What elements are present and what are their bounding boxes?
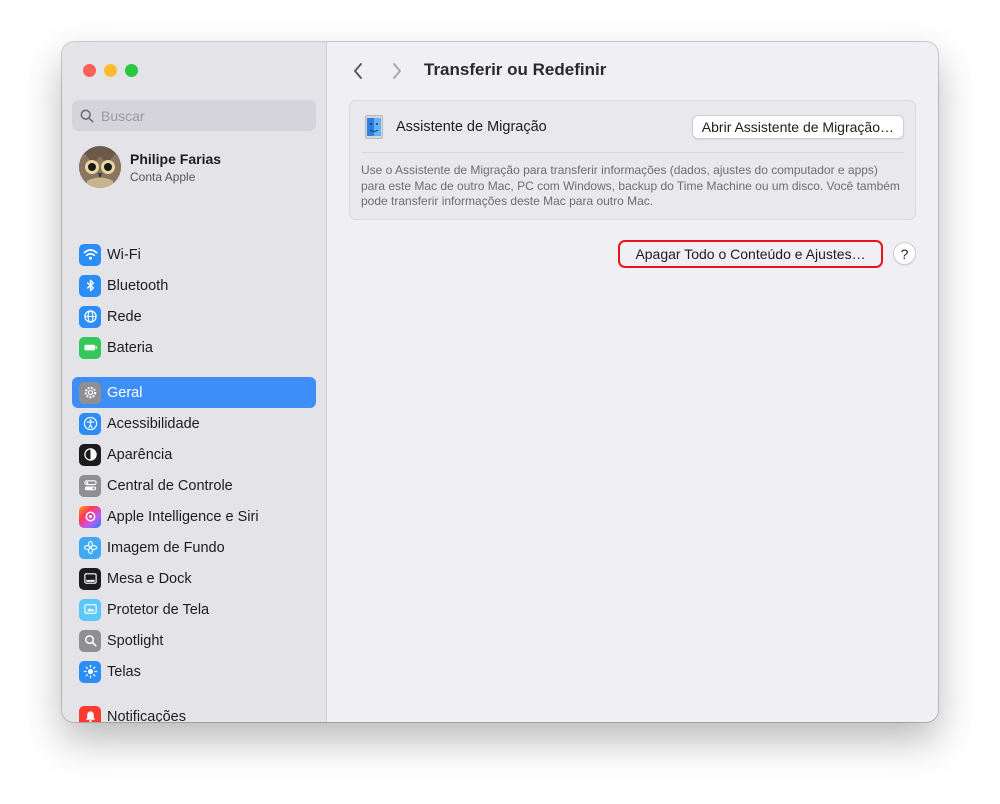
window-controls [83,64,138,77]
sidebar-item-network[interactable]: Rede [72,301,316,332]
erase-all-content-button[interactable]: Apagar Todo o Conteúdo e Ajustes… [626,243,874,265]
avatar [79,146,121,188]
migration-card: Assistente de Migração Abrir Assistente … [349,100,916,220]
sidebar-item-label: Notificações [107,708,186,723]
sidebar-item-label: Mesa e Dock [107,570,192,587]
close-window-button[interactable] [83,64,96,77]
content-pane: Transferir ou Redefinir Assistente de Mi… [327,42,938,722]
sidebar-item-label: Spotlight [107,632,164,649]
sidebar-item-spotlight[interactable]: Spotlight [72,625,316,656]
forward-button[interactable] [384,58,410,84]
apple-account[interactable]: Philipe Farias Conta Apple [79,146,221,188]
sidebar-item-label: Geral [107,384,143,401]
migration-row: Assistente de Migração Abrir Assistente … [361,112,904,142]
sidebar-item-label: Bluetooth [107,277,169,294]
screensaver-icon [79,598,101,621]
control-center-icon [79,474,101,497]
search-icon [80,109,94,122]
dock-icon [79,567,101,590]
sidebar-item-label: Protetor de Tela [107,601,210,618]
sidebar-item-label: Acessibilidade [107,415,200,432]
sidebar-item-label: Telas [107,663,141,680]
chevron-left-icon [354,63,362,79]
toolbar: Transferir ou Redefinir [327,56,938,86]
migration-label: Assistente de Migração [396,119,547,135]
sidebar-item-label: Wi-Fi [107,246,141,263]
wifi-icon [79,243,101,266]
sidebar-item-control-center[interactable]: Central de Controle [72,470,316,501]
sidebar-item-desktop-dock[interactable]: Mesa e Dock [72,563,316,594]
siri-icon [79,505,101,528]
sidebar-item-label: Bateria [107,339,153,356]
bluetooth-icon [79,274,101,297]
sidebar-item-wifi[interactable]: Wi-Fi [72,239,316,270]
battery-icon [79,336,101,359]
sidebar-item-label: Central de Controle [107,477,233,494]
sidebar-group-system: Geral Acessibilidade Aparência Central d… [72,377,316,687]
chevron-right-icon [393,63,401,79]
notifications-icon [79,705,101,722]
migration-description: Use o Assistente de Migração para transf… [361,163,900,208]
sidebar-item-label: Apple Intelligence e Siri [107,508,259,525]
settings-window: Philipe Farias Conta Apple Wi-Fi Bluetoo… [62,42,938,722]
sidebar-item-siri[interactable]: Apple Intelligence e Siri [72,501,316,532]
sidebar-item-accessibility[interactable]: Acessibilidade [72,408,316,439]
displays-icon [79,660,101,683]
sidebar-item-displays[interactable]: Telas [72,656,316,687]
accessibility-icon [79,412,101,435]
sidebar-item-general[interactable]: Geral [72,377,316,408]
back-button[interactable] [345,58,371,84]
open-migration-assistant-button[interactable]: Abrir Assistente de Migração… [691,115,904,139]
spotlight-icon [79,629,101,652]
divider [361,152,904,153]
page-title: Transferir ou Redefinir [424,60,607,79]
sidebar-item-battery[interactable]: Bateria [72,332,316,363]
globe-icon [79,305,101,328]
wallpaper-icon [79,536,101,559]
sidebar-group-network: Wi-Fi Bluetooth Rede Bateria [72,239,316,363]
sidebar-item-label: Rede [107,308,142,325]
migration-assistant-icon [361,114,387,140]
gear-icon [79,381,101,404]
help-button[interactable]: ? [893,242,916,265]
sidebar-item-appearance[interactable]: Aparência [72,439,316,470]
minimize-window-button[interactable] [104,64,117,77]
account-name: Philipe Farias [130,150,222,167]
sidebar-item-label: Imagem de Fundo [107,539,225,556]
sidebar-group-notifications: Notificações [72,701,316,722]
search-input[interactable] [101,107,301,124]
sidebar-item-bluetooth[interactable]: Bluetooth [72,270,316,301]
sidebar-item-screensaver[interactable]: Protetor de Tela [72,594,316,625]
appearance-icon [79,443,101,466]
erase-highlight: Apagar Todo o Conteúdo e Ajustes… [618,240,883,268]
search-field[interactable] [72,100,316,131]
sidebar-item-label: Aparência [107,446,173,463]
sidebar: Philipe Farias Conta Apple Wi-Fi Bluetoo… [62,42,327,722]
sidebar-item-notifications[interactable]: Notificações [72,701,316,722]
sidebar-item-wallpaper[interactable]: Imagem de Fundo [72,532,316,563]
account-subtitle: Conta Apple [130,169,196,184]
zoom-window-button[interactable] [125,64,138,77]
